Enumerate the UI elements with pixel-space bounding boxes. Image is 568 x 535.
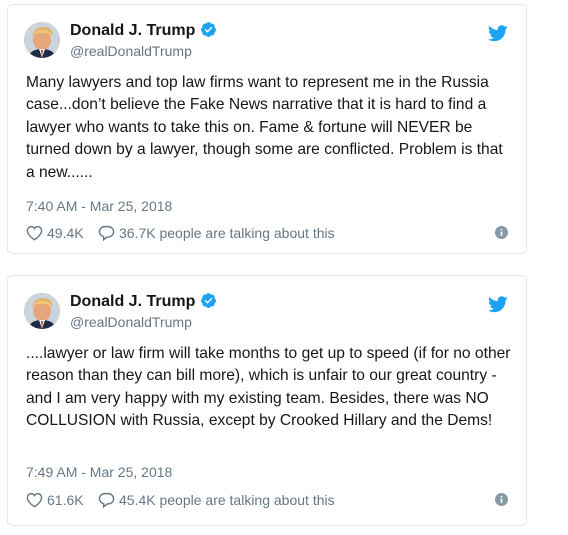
verified-badge-icon xyxy=(201,22,217,37)
avatar[interactable] xyxy=(24,293,60,329)
tweet-card[interactable]: Donald J. Trump @realDonaldTrump Many la… xyxy=(7,4,527,254)
tweet-actions: 61.6K 45.4K people are talking about thi… xyxy=(26,490,508,510)
tweet-timestamp[interactable]: 7:40 AM - Mar 25, 2018 xyxy=(26,198,172,214)
heart-icon xyxy=(26,225,43,241)
tweet-card[interactable]: Donald J. Trump @realDonaldTrump ....law… xyxy=(7,275,527,526)
tweet-actions: 49.4K 36.7K people are talking about thi… xyxy=(26,223,508,243)
author-name[interactable]: Donald J. Trump xyxy=(70,292,217,311)
author-name[interactable]: Donald J. Trump xyxy=(70,21,217,40)
tweet-timestamp[interactable]: 7:49 AM - Mar 25, 2018 xyxy=(26,464,172,480)
verified-badge-icon xyxy=(201,293,217,308)
avatar[interactable] xyxy=(24,22,60,58)
speech-bubble-icon xyxy=(98,492,115,508)
tweet-embed-page: Donald J. Trump @realDonaldTrump Many la… xyxy=(0,0,568,535)
heart-icon xyxy=(26,492,43,508)
like-count: 61.6K xyxy=(47,492,84,508)
like-button[interactable]: 61.6K xyxy=(26,490,84,510)
talking-count: 45.4K people are talking about this xyxy=(119,492,335,508)
author-handle[interactable]: @realDonaldTrump xyxy=(70,314,192,330)
like-button[interactable]: 49.4K xyxy=(26,223,84,243)
tweet-text: ....lawyer or law firm will take months … xyxy=(26,345,511,430)
author-handle[interactable]: @realDonaldTrump xyxy=(70,43,192,59)
like-count: 49.4K xyxy=(47,225,84,241)
twitter-bird-icon[interactable] xyxy=(488,25,508,42)
reply-button[interactable]: 45.4K people are talking about this xyxy=(98,490,335,510)
tweet-text: Many lawyers and top law firms want to r… xyxy=(26,74,503,181)
info-icon[interactable] xyxy=(495,226,508,239)
speech-bubble-icon xyxy=(98,225,115,241)
reply-button[interactable]: 36.7K people are talking about this xyxy=(98,223,335,243)
talking-count: 36.7K people are talking about this xyxy=(119,225,335,241)
info-icon[interactable] xyxy=(495,493,508,506)
twitter-bird-icon[interactable] xyxy=(488,296,508,313)
